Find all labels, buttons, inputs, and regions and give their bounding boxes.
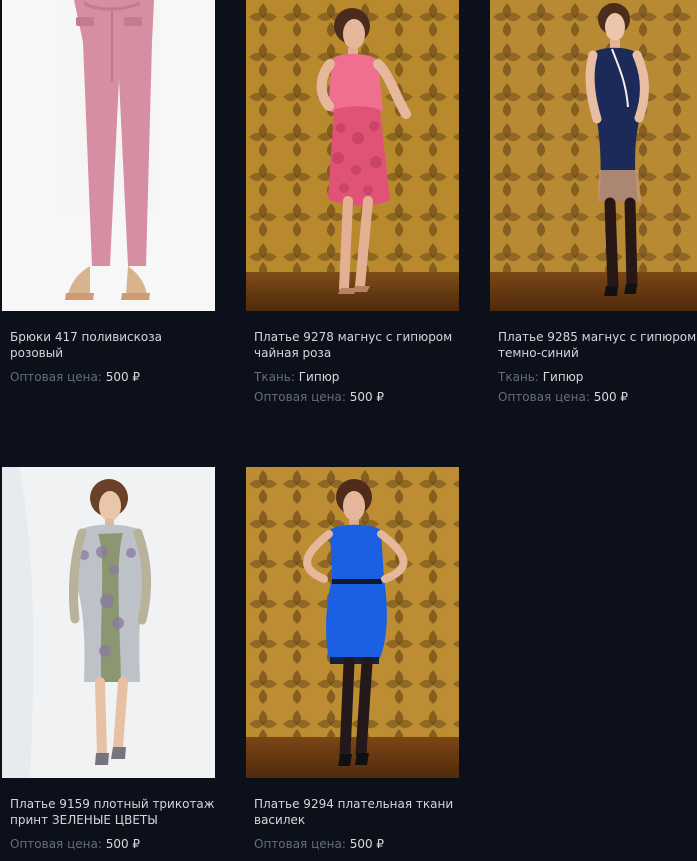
price-value: 500 ₽ [349, 837, 385, 851]
product-title-link[interactable]: Брюки 417 поливискоза розовый [10, 329, 215, 361]
price-label: Оптовая цена: [498, 390, 590, 404]
product-info: Платье 9278 магнус с гипюром чайная роза… [254, 329, 459, 405]
product-image-link[interactable] [246, 0, 459, 311]
price-value: 500 ₽ [593, 390, 629, 404]
price-label: Оптовая цена: [254, 390, 346, 404]
price-label: Оптовая цена: [10, 370, 102, 384]
product-info: Платье 9294 плательная ткани василек Опт… [254, 796, 459, 852]
fabric-row: Ткань: Гипюр [254, 369, 459, 385]
product-image [2, 467, 215, 778]
product-title-link[interactable]: Платье 9159 плотный трикотаж принт ЗЕЛЕН… [10, 796, 215, 828]
product-card: Платье 9159 плотный трикотаж принт ЗЕЛЕН… [2, 467, 215, 851]
product-info: Платье 9285 магнус с гипюром темно-синий… [498, 329, 697, 405]
product-image [246, 0, 459, 311]
product-image-link[interactable] [246, 467, 459, 778]
price-row: Оптовая цена: 500 ₽ [254, 389, 459, 405]
fabric-label: Ткань: [498, 370, 539, 384]
fabric-value: Гипюр [298, 370, 340, 384]
price-value: 500 ₽ [349, 390, 385, 404]
fabric-row: Ткань: Гипюр [498, 369, 697, 385]
price-label: Оптовая цена: [254, 837, 346, 851]
product-card: Платье 9278 магнус с гипюром чайная роза… [246, 0, 459, 404]
product-info: Платье 9159 плотный трикотаж принт ЗЕЛЕН… [10, 796, 215, 852]
product-title-link[interactable]: Платье 9294 плательная ткани василек [254, 796, 459, 828]
product-image [246, 467, 459, 778]
price-row: Оптовая цена: 500 ₽ [254, 836, 459, 852]
product-title-link[interactable]: Платье 9285 магнус с гипюром темно-синий [498, 329, 697, 361]
product-image [2, 0, 215, 311]
fabric-label: Ткань: [254, 370, 295, 384]
product-card: Брюки 417 поливискоза розовый Оптовая це… [2, 0, 215, 384]
product-card: Платье 9285 магнус с гипюром темно-синий… [490, 0, 697, 404]
product-image [490, 0, 697, 311]
product-image-link[interactable] [490, 0, 697, 311]
price-value: 500 ₽ [105, 837, 141, 851]
price-label: Оптовая цена: [10, 837, 102, 851]
fabric-value: Гипюр [542, 370, 584, 384]
product-card: Платье 9294 плательная ткани василек Опт… [246, 467, 459, 851]
product-title-link[interactable]: Платье 9278 магнус с гипюром чайная роза [254, 329, 459, 361]
price-row: Оптовая цена: 500 ₽ [10, 369, 215, 385]
catalog-page: { "labels": { "fabric": "Ткань:", "whole… [0, 0, 697, 861]
product-info: Брюки 417 поливискоза розовый Оптовая це… [10, 329, 215, 385]
price-row: Оптовая цена: 500 ₽ [10, 836, 215, 852]
price-row: Оптовая цена: 500 ₽ [498, 389, 697, 405]
product-image-link[interactable] [2, 467, 215, 778]
price-value: 500 ₽ [105, 370, 141, 384]
product-image-link[interactable] [2, 0, 215, 311]
